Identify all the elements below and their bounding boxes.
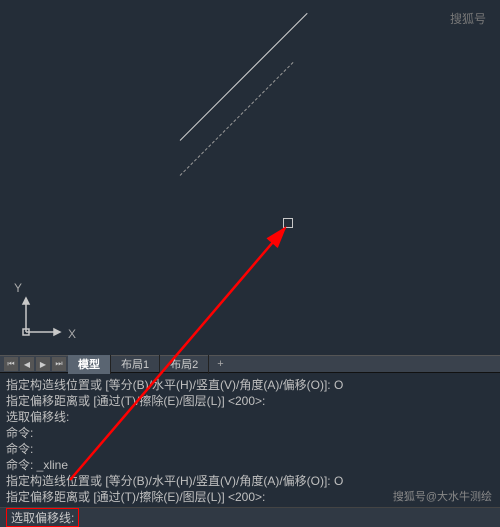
tab-add-button[interactable]: + [209, 356, 231, 372]
cmd-history-line: 命令: [6, 441, 494, 457]
tab-nav-first[interactable]: ⏮ [4, 357, 18, 371]
command-prompt-highlight: 选取偏移线: [6, 508, 79, 527]
xline-preview [180, 62, 294, 176]
layout-tab-bar: ⏮ ◀ ▶ ⏭ 模型 布局1 布局2 + [0, 355, 500, 373]
watermark-top: 搜狐号 [450, 10, 486, 27]
tab-nav-last[interactable]: ⏭ [52, 357, 66, 371]
cmd-history-line: 指定偏移距离或 [通过(T)/擦除(E)/图层(L)] <200>: [6, 393, 494, 409]
xline-object[interactable] [180, 13, 308, 141]
command-history[interactable]: 指定构造线位置或 [等分(B)/水平(H)/竖直(V)/角度(A)/偏移(O)]… [0, 373, 500, 507]
cursor-pickbox [283, 218, 293, 228]
ucs-x-label: X [68, 327, 76, 341]
command-input-bar[interactable]: 选取偏移线: [0, 507, 500, 527]
tab-model[interactable]: 模型 [68, 354, 111, 374]
cmd-history-line: 指定构造线位置或 [等分(B)/水平(H)/竖直(V)/角度(A)/偏移(O)]… [6, 473, 494, 489]
cmd-history-line: 选取偏移线: [6, 409, 494, 425]
tab-layout1[interactable]: 布局1 [111, 354, 160, 374]
drawing-canvas[interactable]: 搜狐号 Y X [0, 0, 500, 355]
tab-nav-prev[interactable]: ◀ [20, 357, 34, 371]
watermark-bottom: 搜狐号@大水牛测绘 [393, 488, 492, 504]
cmd-history-line: 指定构造线位置或 [等分(B)/水平(H)/竖直(V)/角度(A)/偏移(O)]… [6, 377, 494, 393]
tab-layout2[interactable]: 布局2 [160, 354, 209, 374]
ucs-icon[interactable] [18, 290, 68, 343]
cmd-history-line: 命令: _xline [6, 457, 494, 473]
tab-nav-next[interactable]: ▶ [36, 357, 50, 371]
cmd-history-line: 命令: [6, 425, 494, 441]
